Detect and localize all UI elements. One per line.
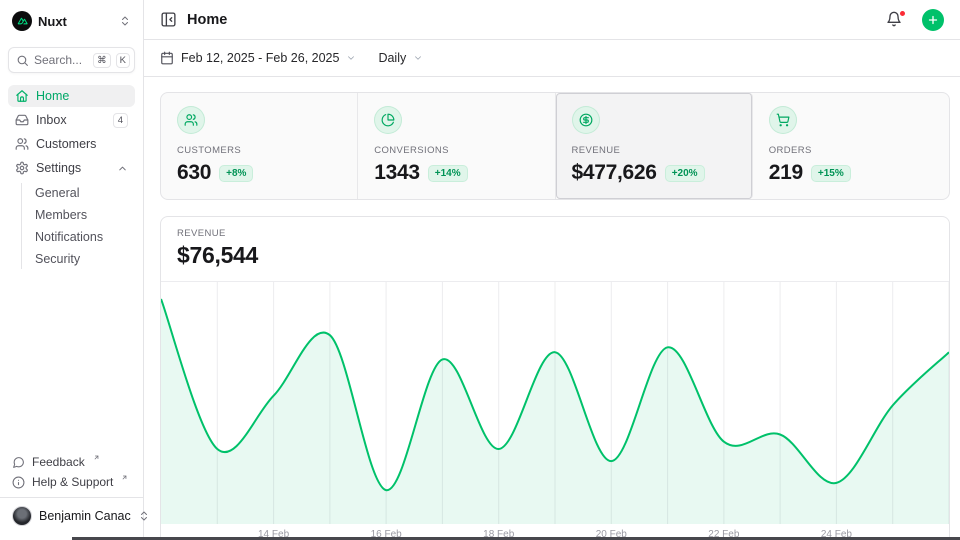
chart-label: REVENUE [177, 228, 933, 239]
sidebar-item-settings[interactable]: Settings [8, 157, 135, 179]
stat-card-customers[interactable]: CUSTOMERS 630 +8% [161, 93, 358, 199]
chevron-down-icon [413, 53, 423, 63]
page-title: Home [187, 12, 876, 28]
info-icon [12, 476, 25, 489]
stat-value: 1343 [374, 161, 420, 185]
chevron-up-icon [117, 163, 128, 174]
stats-row: CUSTOMERS 630 +8% CONVERSIONS 1343 +14% [160, 92, 950, 200]
chart-current-value: $76,544 [177, 242, 933, 269]
main-panel: Home Feb 12, 2025 - Feb 26, 2025 Daily [144, 0, 960, 540]
sidebar-item-home[interactable]: Home [8, 85, 135, 107]
revenue-area-chart[interactable] [161, 282, 949, 524]
workspace-selector[interactable]: Nuxt [8, 8, 135, 34]
settings-subnav: General Members Notifications Security [8, 183, 135, 269]
delta-badge: +8% [219, 165, 253, 182]
delta-badge: +20% [665, 165, 705, 182]
content-area: CUSTOMERS 630 +8% CONVERSIONS 1343 +14% [144, 77, 960, 540]
stat-card-conversions[interactable]: CONVERSIONS 1343 +14% [358, 93, 555, 199]
external-link-icon [93, 454, 100, 461]
period-select[interactable]: Daily [378, 51, 423, 65]
filter-toolbar: Feb 12, 2025 - Feb 26, 2025 Daily [144, 40, 960, 77]
search-input[interactable]: Search... ⌘ K [8, 47, 135, 73]
kbd-k: K [116, 53, 130, 68]
stat-card-orders[interactable]: ORDERS 219 +15% [753, 93, 949, 199]
sidebar-item-notifications[interactable]: Notifications [31, 227, 135, 247]
delta-badge: +15% [811, 165, 851, 182]
inbox-icon [15, 113, 29, 127]
user-name: Benjamin Canac [39, 509, 131, 523]
stat-value: $477,626 [572, 161, 657, 185]
notification-dot [899, 10, 906, 17]
nuxt-logo-icon [12, 11, 32, 31]
stat-value: 219 [769, 161, 803, 185]
sidebar: Nuxt Search... ⌘ K Home Inbox 4 Customer… [0, 0, 144, 540]
users-icon [15, 137, 29, 151]
workspace-name: Nuxt [38, 14, 113, 29]
sidebar-item-inbox[interactable]: Inbox 4 [8, 109, 135, 131]
avatar [12, 506, 32, 526]
search-placeholder: Search... [34, 53, 88, 67]
cart-icon [769, 106, 797, 134]
add-button[interactable] [922, 9, 944, 31]
chevron-up-down-icon [119, 15, 131, 27]
app-window: Nuxt Search... ⌘ K Home Inbox 4 Customer… [0, 0, 960, 540]
calendar-icon [160, 51, 174, 65]
stat-card-revenue[interactable]: REVENUE $477,626 +20% [556, 93, 753, 199]
sidebar-item-general[interactable]: General [31, 183, 135, 203]
gear-icon [15, 161, 29, 175]
inbox-count-badge: 4 [113, 113, 128, 128]
users-icon [177, 106, 205, 134]
feedback-link[interactable]: Feedback [8, 453, 135, 471]
sidebar-footer: Feedback Help & Support [8, 453, 135, 497]
sidebar-nav: Home Inbox 4 Customers Settings General … [8, 85, 135, 269]
home-icon [15, 89, 29, 103]
delta-badge: +14% [428, 165, 468, 182]
date-range-picker[interactable]: Feb 12, 2025 - Feb 26, 2025 [160, 51, 356, 65]
stat-value: 630 [177, 161, 211, 185]
sidebar-item-customers[interactable]: Customers [8, 133, 135, 155]
pie-chart-icon [374, 106, 402, 134]
external-link-icon [121, 474, 128, 481]
sidebar-toggle-icon[interactable] [160, 11, 177, 28]
revenue-chart-panel: REVENUE $76,544 14 Feb16 Feb18 Feb20 Feb… [160, 216, 950, 540]
sidebar-item-security[interactable]: Security [31, 249, 135, 269]
top-bar: Home [144, 0, 960, 40]
dollar-icon [572, 106, 600, 134]
chevron-down-icon [346, 53, 356, 63]
chart-header: REVENUE $76,544 [161, 217, 949, 282]
notifications-button[interactable] [886, 11, 904, 29]
user-menu[interactable]: Benjamin Canac [0, 497, 143, 532]
search-icon [16, 54, 29, 67]
plus-icon [927, 14, 939, 26]
sidebar-item-members[interactable]: Members [31, 205, 135, 225]
chat-bubble-icon [12, 456, 25, 469]
help-support-link[interactable]: Help & Support [8, 473, 135, 491]
kbd-cmd: ⌘ [93, 53, 111, 68]
